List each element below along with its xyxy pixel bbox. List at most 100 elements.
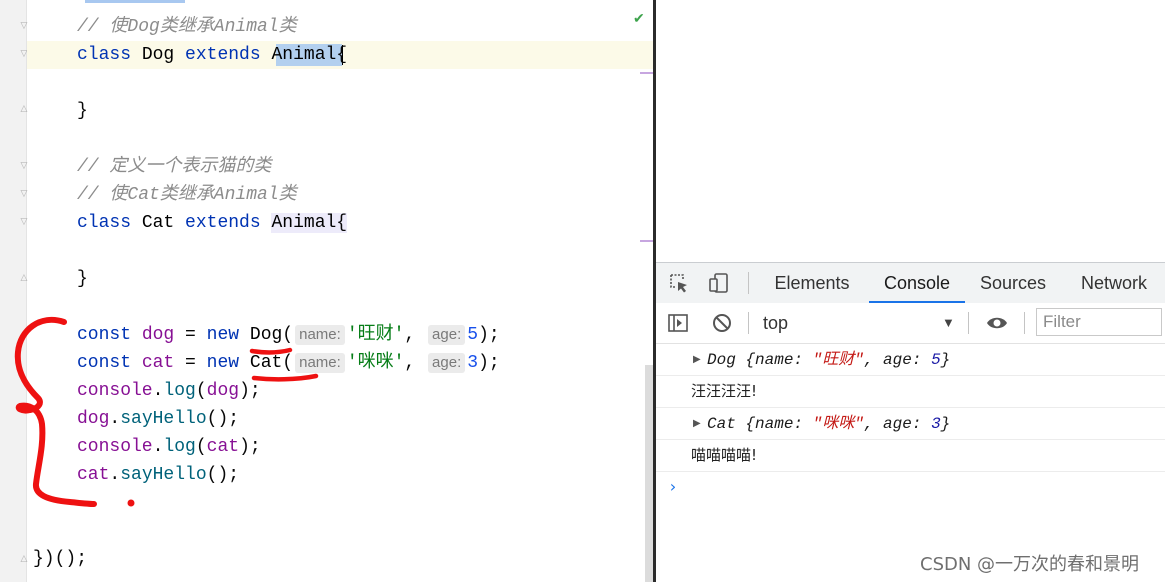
method: log xyxy=(163,437,196,457)
operator: = xyxy=(185,325,196,345)
editor-gutter xyxy=(0,0,27,582)
fold-end-marker-icon[interactable]: △ xyxy=(19,104,29,114)
toolbar-divider xyxy=(1024,312,1025,334)
object-separator: , xyxy=(863,415,884,433)
code-line[interactable]: class Cat extends Animal{ xyxy=(77,209,348,237)
class-name: Animal xyxy=(271,45,337,65)
live-expression-eye-icon[interactable] xyxy=(986,312,1008,334)
tab-console[interactable]: Console xyxy=(869,263,965,303)
tab-elements[interactable]: Elements xyxy=(764,263,860,303)
object-key: name: xyxy=(755,351,813,369)
watermark: CSDN @一万次的春和景明 xyxy=(920,554,1140,575)
class-name: Dog xyxy=(141,45,175,65)
variable: dog xyxy=(141,325,175,345)
call-end: (); xyxy=(206,409,240,429)
code-line[interactable]: })(); xyxy=(33,545,87,573)
page-viewport xyxy=(656,0,1165,262)
brace: { xyxy=(336,213,348,233)
call-end: ); xyxy=(239,437,261,457)
class-name: Dog xyxy=(249,325,283,345)
dot: . xyxy=(109,465,121,485)
device-toolbar-icon[interactable] xyxy=(708,272,730,294)
dot: . xyxy=(152,437,164,457)
code-line[interactable]: console.log(dog); xyxy=(77,377,261,405)
code-line[interactable]: class Dog extends Animal{ xyxy=(77,41,347,69)
toolbar-divider xyxy=(968,312,969,334)
code-line[interactable]: const dog = new Dog(name: '旺财', age: 5); xyxy=(77,321,500,349)
expand-triangle-icon[interactable]: ▶ xyxy=(693,344,701,375)
number: 3 xyxy=(467,353,479,373)
chevron-down-icon[interactable]: ▼ xyxy=(942,315,955,330)
tab-network[interactable]: Network xyxy=(1070,263,1158,303)
keyword-extends: extends xyxy=(185,45,261,65)
code-line[interactable]: // 使Dog类继承Animal类 xyxy=(77,13,297,41)
method: log xyxy=(163,381,196,401)
paren: ( xyxy=(195,437,207,457)
editor-scrollbar[interactable] xyxy=(645,365,653,582)
object-class: Cat xyxy=(707,415,736,433)
keyword-new: new xyxy=(206,353,240,373)
sidebar-toggle-icon[interactable] xyxy=(667,312,689,334)
object-separator: , xyxy=(863,351,884,369)
prompt-chevron-icon: › xyxy=(668,477,678,496)
object-brace: { xyxy=(735,415,756,433)
code-line[interactable]: } xyxy=(77,265,88,293)
paren: ( xyxy=(195,381,207,401)
keyword-class: class xyxy=(77,45,132,65)
iife-end: })(); xyxy=(33,549,88,569)
toolbar-divider xyxy=(748,272,749,294)
fold-marker-icon[interactable]: ▽ xyxy=(19,189,29,199)
param-hint: name: xyxy=(295,353,345,373)
object-brace: { xyxy=(735,351,756,369)
fold-marker-icon[interactable]: ▽ xyxy=(19,217,29,227)
comment: // 使Cat类继承Animal类 xyxy=(77,185,297,205)
dot: . xyxy=(152,381,164,401)
code-editor[interactable]: ▽ ▽ △ ▽ ▽ ▽ △ △ ✔ // 使Dog类继承Animal类 clas… xyxy=(0,0,655,582)
paren: ( xyxy=(282,325,294,345)
string: '旺财' xyxy=(346,325,405,345)
class-name: Cat xyxy=(141,213,175,233)
fold-end-marker-icon[interactable]: △ xyxy=(19,273,29,283)
code-line[interactable]: dog.sayHello(); xyxy=(77,405,239,433)
change-marker xyxy=(640,240,654,242)
code-line[interactable]: // 使Cat类继承Animal类 xyxy=(77,181,297,209)
expand-triangle-icon[interactable]: ▶ xyxy=(693,408,701,439)
keyword-extends: extends xyxy=(185,213,261,233)
context-selector[interactable]: top xyxy=(763,303,788,343)
method: sayHello xyxy=(120,465,207,485)
object-preview: Dog {name: "旺财", age: 5} xyxy=(707,351,950,369)
variable: cat xyxy=(141,353,175,373)
console-prompt[interactable]: › xyxy=(656,472,1165,502)
inspect-element-icon[interactable] xyxy=(668,272,690,294)
console-log-cat[interactable]: ▶ Cat {name: "咪咪", age: 3} xyxy=(656,408,1165,440)
call-end: ); xyxy=(478,353,500,373)
dot-annotation xyxy=(127,499,135,507)
console-message: 喵喵喵喵! xyxy=(656,440,1165,472)
variable: dog xyxy=(206,381,240,401)
param-hint: age: xyxy=(428,353,466,373)
fold-end-marker-icon[interactable]: △ xyxy=(19,554,29,564)
code-line[interactable]: console.log(cat); xyxy=(77,433,261,461)
code-line[interactable]: // 定义一个表示猫的类 xyxy=(77,153,271,181)
fold-marker-icon[interactable]: ▽ xyxy=(19,161,29,171)
keyword-new: new xyxy=(206,325,240,345)
identifier: console xyxy=(77,437,153,457)
code-line[interactable]: const cat = new Cat(name: '咪咪', age: 3); xyxy=(77,349,500,377)
code-line[interactable]: } xyxy=(77,97,88,125)
object-string-value: "旺财" xyxy=(812,351,864,369)
identifier: console xyxy=(77,381,153,401)
fold-marker-icon[interactable]: ▽ xyxy=(19,21,29,31)
brace: } xyxy=(77,269,88,289)
keyword-class: class xyxy=(77,213,132,233)
filter-input[interactable] xyxy=(1036,308,1162,336)
keyword-const: const xyxy=(77,325,132,345)
call-end: ); xyxy=(239,381,261,401)
console-log-dog[interactable]: ▶ Dog {name: "旺财", age: 5} xyxy=(656,344,1165,376)
inspection-ok-check-icon: ✔ xyxy=(633,10,645,26)
method: sayHello xyxy=(120,409,207,429)
tab-sources[interactable]: Sources xyxy=(974,263,1052,303)
object-brace: } xyxy=(940,351,951,369)
variable: dog xyxy=(77,409,110,429)
code-line[interactable]: cat.sayHello(); xyxy=(77,461,239,489)
clear-console-icon[interactable] xyxy=(711,312,733,334)
